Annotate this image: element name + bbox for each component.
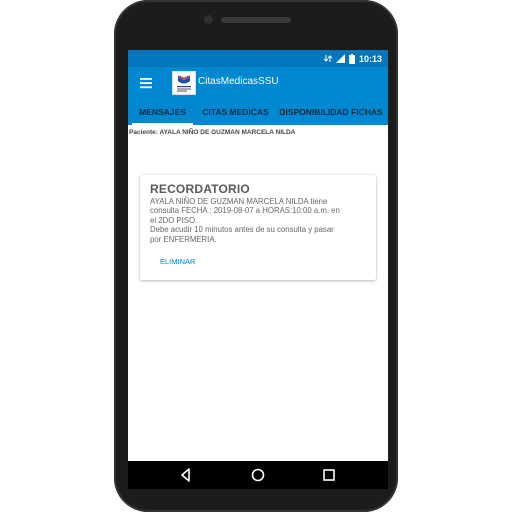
home-icon[interactable] xyxy=(249,466,267,484)
card-title: RECORDATORIO xyxy=(150,182,250,196)
message-line: AYALA NIÑO DE GUZMAN MARCELA NILDA tiene xyxy=(150,197,328,206)
status-time: 10:13 xyxy=(358,53,382,64)
patient-label: Paciente: AYALA NIÑO DE GUZMAN MARCELA N… xyxy=(129,129,296,136)
message-line: Debe acudir 10 minutos antes de su consu… xyxy=(150,225,334,235)
tab-bar: MENSAJES CITAS MEDICAS DISPONIBILIDAD FI… xyxy=(128,99,388,125)
app-toolbar: CitasMedicasSSU xyxy=(128,67,388,99)
card-message: AYALA NIÑO DE GUZMAN MARCELA NILDA tiene… xyxy=(150,197,368,244)
eliminar-button[interactable]: ELIMINAR xyxy=(160,257,195,266)
system-nav-bar xyxy=(128,461,388,489)
data-sync-icon xyxy=(323,54,332,63)
message-line: por ENFERMERIA. xyxy=(150,234,217,244)
message-line: el 2DO PISO. xyxy=(150,215,198,225)
signal-icon xyxy=(335,54,345,63)
tab-mensajes[interactable]: MENSAJES xyxy=(128,99,197,125)
battery-icon xyxy=(348,53,355,64)
earpiece-speaker xyxy=(221,17,291,23)
app-title: CitasMedicasSSU xyxy=(198,76,279,87)
reminder-card: RECORDATORIO AYALA NIÑO DE GUZMAN MARCEL… xyxy=(140,175,376,280)
back-icon[interactable] xyxy=(177,466,195,484)
recent-apps-icon[interactable] xyxy=(320,466,338,484)
front-camera xyxy=(204,15,213,24)
app-screen: 10:13 CitasMedicasSSU MENSAJES CITAS MED… xyxy=(128,50,388,461)
message-line: consulta FECHA : 2019-08-07 a HORAS:10:0… xyxy=(150,206,340,216)
tab-citas-medicas[interactable]: CITAS MEDICAS xyxy=(197,99,274,125)
hamburger-menu-icon[interactable] xyxy=(138,75,154,91)
app-logo xyxy=(172,71,196,95)
tab-disponibilidad-fichas[interactable]: DISPONIBILIDAD FICHAS xyxy=(274,99,388,125)
status-bar: 10:13 xyxy=(128,50,388,67)
